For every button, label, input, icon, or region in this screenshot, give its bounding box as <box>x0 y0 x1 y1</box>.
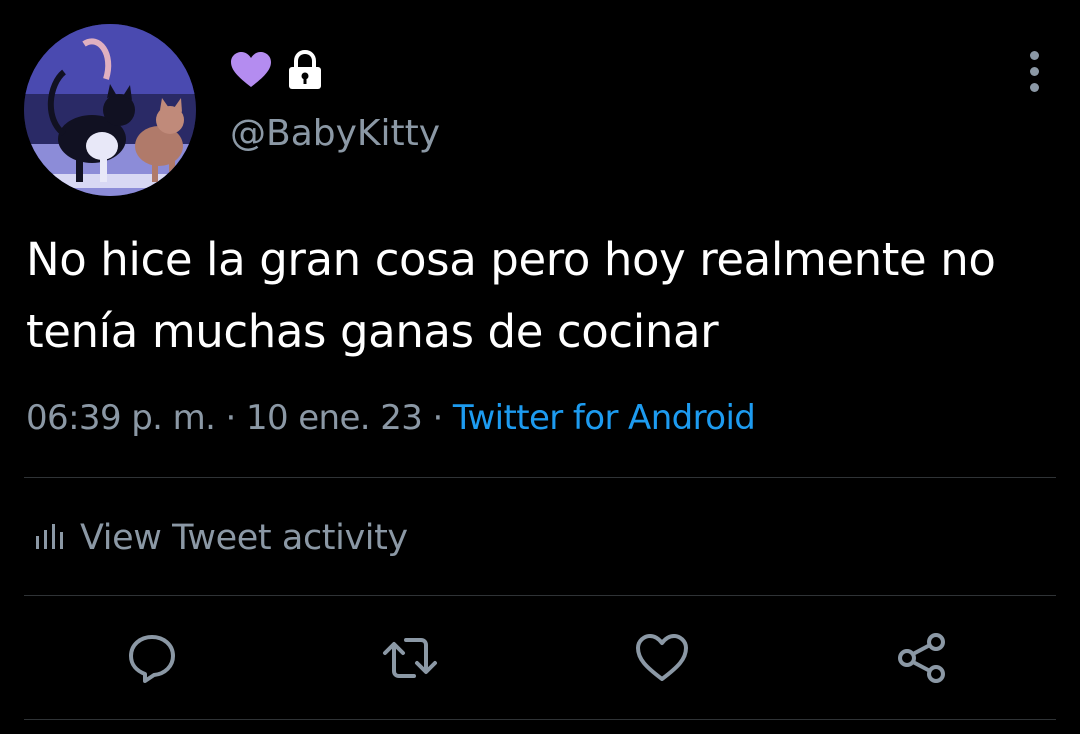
avatar[interactable] <box>24 24 196 196</box>
divider <box>24 595 1056 596</box>
lock-icon <box>286 49 324 95</box>
tweet-text: No hice la gran cosa pero hoy realmente … <box>26 233 996 358</box>
more-options-icon[interactable] <box>1012 46 1056 96</box>
reply-icon <box>129 635 175 683</box>
view-tweet-activity-label: View Tweet activity <box>80 518 408 558</box>
meta-separator: · <box>215 398 246 438</box>
divider <box>24 477 1056 478</box>
user-handle[interactable]: @BabyKitty <box>230 110 440 158</box>
display-name-row[interactable] <box>230 49 324 95</box>
like-button[interactable] <box>632 628 692 688</box>
divider <box>24 719 1056 720</box>
purple-heart-icon <box>230 51 272 93</box>
bar-chart-icon <box>34 522 64 554</box>
tweet-metadata: 06:39 p. m. · 10 ene. 23 · Twitter for A… <box>26 392 756 444</box>
tweet-date: 10 ene. 23 <box>245 398 423 438</box>
share-icon <box>898 633 945 683</box>
retweet-button[interactable] <box>380 628 440 688</box>
retweet-icon <box>383 638 437 678</box>
tweet-actions-bar <box>0 628 1080 688</box>
share-button[interactable] <box>892 628 952 688</box>
view-tweet-activity-button[interactable]: View Tweet activity <box>34 510 408 566</box>
cats-avatar-image <box>24 24 196 196</box>
tweet-detail: @BabyKitty No hice la gran cosa pero hoy… <box>0 0 1080 734</box>
reply-button[interactable] <box>122 628 182 688</box>
tweet-time: 06:39 p. m. <box>26 398 216 438</box>
like-icon <box>636 634 688 681</box>
meta-separator: · <box>422 398 453 438</box>
tweet-source-link[interactable]: Twitter for Android <box>453 398 756 438</box>
